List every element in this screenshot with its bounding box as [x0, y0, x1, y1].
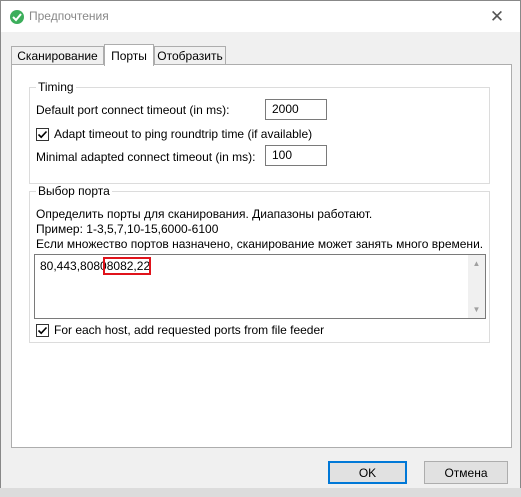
window-title: Предпочтения — [29, 9, 109, 23]
tab-label: Сканирование — [17, 49, 98, 63]
tab-ports[interactable]: Порты — [104, 44, 154, 66]
adapt-timeout-checkbox[interactable] — [36, 128, 49, 141]
close-icon: ✕ — [489, 6, 505, 26]
timing-group-title: Timing — [36, 80, 76, 94]
min-timeout-input[interactable]: 100 — [265, 145, 327, 166]
adapt-timeout-label: Adapt timeout to ping roundtrip time (if… — [54, 127, 313, 141]
ports-description-1: Определить порты для сканирования. Диапа… — [36, 207, 373, 221]
highlight-box — [103, 257, 151, 275]
vertical-scrollbar[interactable]: ▲ ▼ — [468, 255, 485, 318]
scroll-up-icon[interactable]: ▲ — [468, 255, 485, 272]
cancel-button[interactable]: Отмена — [424, 461, 508, 484]
ports-tab-panel: Timing Default port connect timeout (in … — [11, 64, 512, 448]
tab-display[interactable]: Отобразить — [154, 46, 226, 65]
port-selection-title: Выбор порта — [36, 184, 112, 198]
checkmark-icon — [37, 326, 48, 335]
ports-description-3: Если множество портов назначено, сканиро… — [36, 237, 484, 251]
preferences-window: Предпочтения ✕ Сканирование Порты Отобра… — [0, 0, 521, 497]
close-button[interactable]: ✕ — [474, 1, 520, 32]
port-selection-group: Выбор порта Определить порты для сканиро… — [29, 184, 490, 343]
background-strip — [0, 488, 521, 497]
title-bar: Предпочтения ✕ — [1, 1, 520, 32]
ports-description-2: Пример: 1-3,5,7,10-15,6000-6100 — [36, 222, 219, 236]
checkmark-icon — [37, 130, 48, 139]
min-timeout-label: Minimal adapted connect timeout (in ms): — [36, 150, 256, 164]
ports-value-plain: 80,443,8080 — [40, 259, 107, 273]
file-feeder-label: For each host, add requested ports from … — [54, 323, 325, 337]
app-logo-icon — [10, 10, 24, 24]
ok-button[interactable]: OK — [328, 461, 407, 484]
tab-label: Отобразить — [157, 49, 223, 63]
timing-group: Timing Default port connect timeout (in … — [29, 80, 490, 184]
port-timeout-label: Default port connect timeout (in ms): — [36, 103, 230, 117]
ports-textarea[interactable]: 80,443,80808082,22 ▲ ▼ — [34, 254, 486, 319]
ports-text: 80,443,80808082,22 — [40, 257, 151, 275]
tab-scanning[interactable]: Сканирование — [11, 46, 104, 65]
scroll-down-icon[interactable]: ▼ — [468, 301, 485, 318]
file-feeder-checkbox[interactable] — [36, 324, 49, 337]
port-timeout-input[interactable]: 2000 — [265, 99, 327, 120]
tab-label: Порты — [111, 48, 147, 63]
